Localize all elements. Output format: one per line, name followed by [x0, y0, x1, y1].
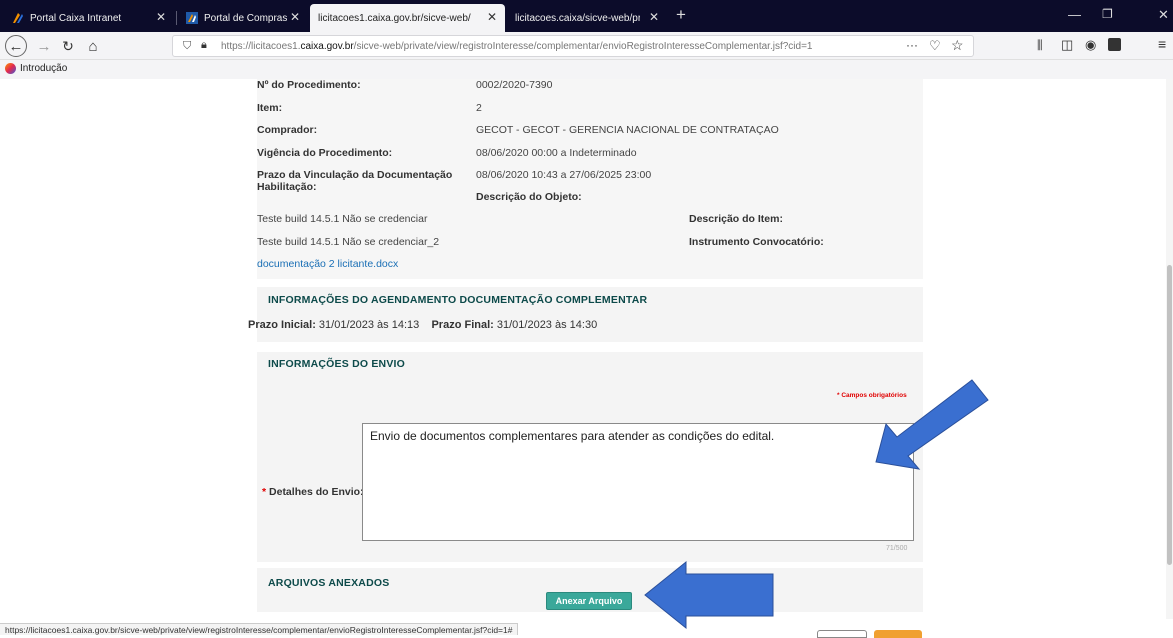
annotation-arrow-textarea	[875, 379, 989, 470]
scrollbar-thumb[interactable]	[1167, 265, 1172, 565]
annotation-overlay	[644, 379, 989, 630]
vertical-scrollbar[interactable]	[1166, 79, 1173, 619]
annotation-arrow-anexar	[644, 560, 774, 630]
status-bar-url: https://licitacoes1.caixa.gov.br/sicve-w…	[0, 623, 519, 635]
